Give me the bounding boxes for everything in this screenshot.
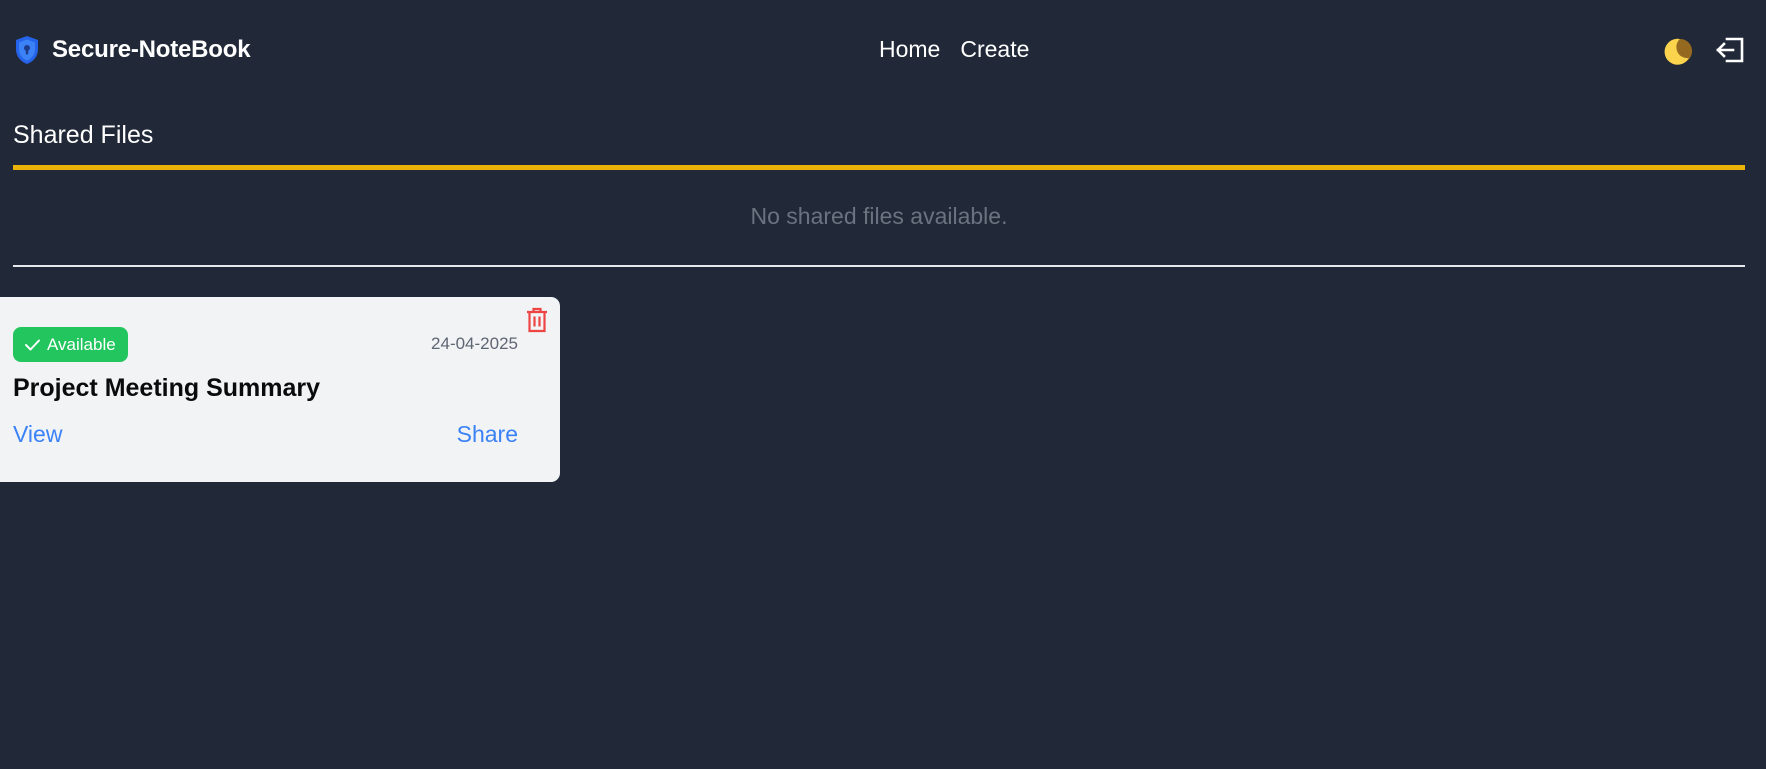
share-link[interactable]: Share xyxy=(457,421,518,448)
nav-create-link[interactable]: Create xyxy=(960,36,1029,63)
view-link[interactable]: View xyxy=(13,421,62,448)
theme-toggle-button[interactable] xyxy=(1659,34,1693,68)
empty-shared-message: No shared files available. xyxy=(750,203,1008,229)
note-title: Project Meeting Summary xyxy=(13,374,321,402)
status-label: Available xyxy=(47,334,116,354)
brand[interactable]: Secure-NoteBook xyxy=(14,34,251,66)
section-divider xyxy=(13,265,1745,267)
check-icon xyxy=(25,339,40,350)
moon-icon xyxy=(1664,38,1693,65)
logout-icon xyxy=(1716,37,1744,63)
navbar: Secure-NoteBook Home Create xyxy=(0,0,1766,100)
shield-lock-icon xyxy=(16,36,38,64)
nav-home-link[interactable]: Home xyxy=(879,36,940,63)
note-card: Available 24-04-2025 Project Meeting Sum… xyxy=(0,297,560,482)
status-badge: Available xyxy=(13,327,128,362)
logout-button[interactable] xyxy=(1715,34,1747,66)
app-title: Secure-NoteBook xyxy=(52,36,251,63)
trash-icon xyxy=(527,307,547,333)
main-nav: Home Create xyxy=(879,36,1029,63)
note-date: 24-04-2025 xyxy=(431,334,518,353)
delete-button[interactable] xyxy=(525,307,549,333)
shared-files-heading: Shared Files xyxy=(13,121,154,149)
heading-underline xyxy=(13,165,1745,170)
